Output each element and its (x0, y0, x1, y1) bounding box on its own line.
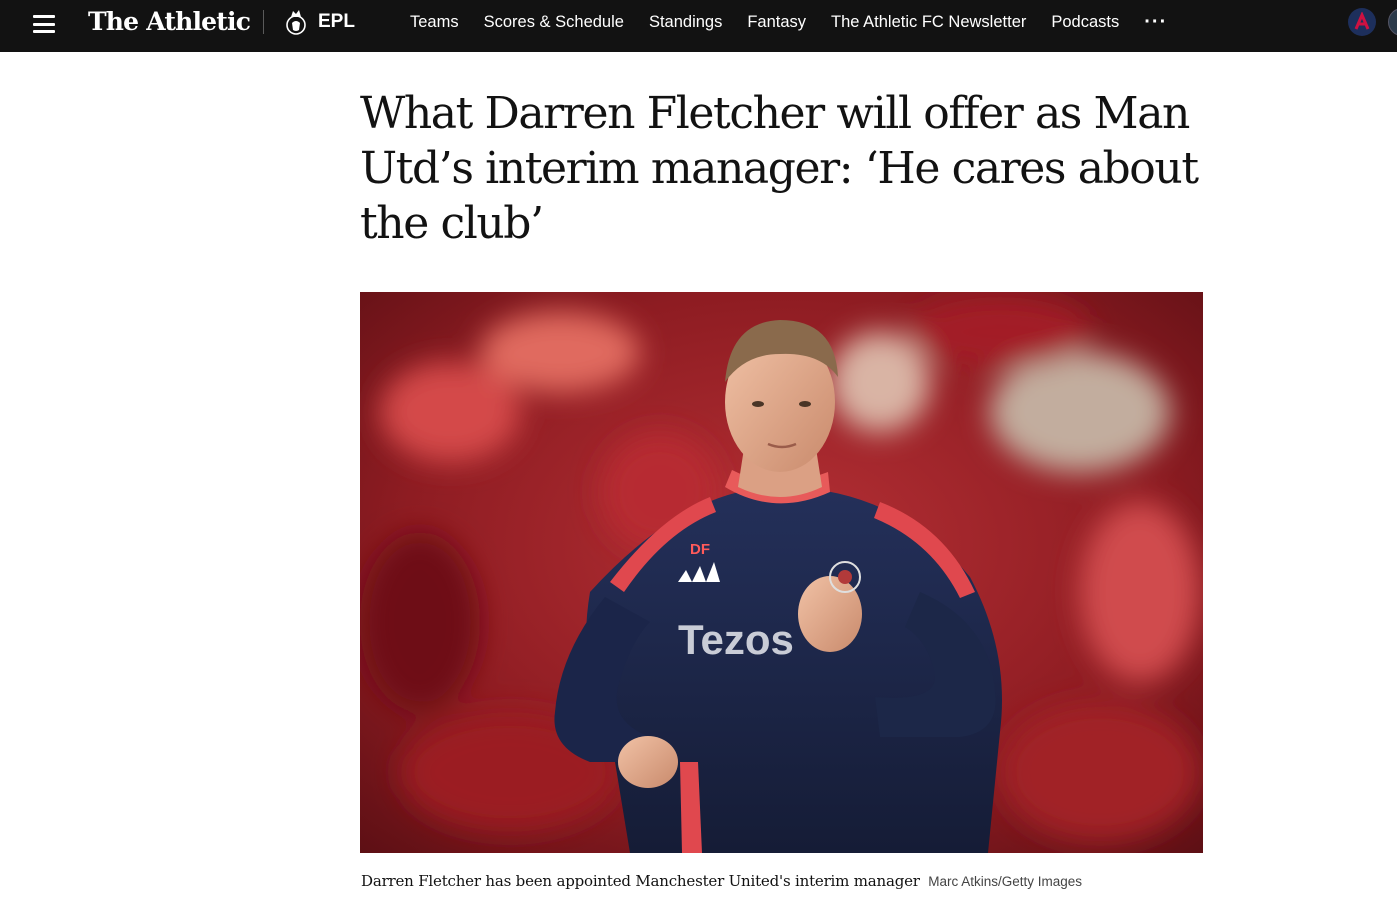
nav-fantasy[interactable]: Fantasy (747, 0, 806, 44)
league-name[interactable]: EPL (318, 9, 355, 35)
shirt-sponsor: Tezos (678, 616, 794, 663)
hamburger-menu-icon[interactable] (33, 15, 55, 33)
brand-divider (263, 10, 264, 34)
player-photo: DF Tezos (360, 292, 1203, 853)
shirt-initials: DF (690, 541, 710, 558)
main-nav: Teams Scores & Schedule Standings Fantas… (410, 0, 1167, 44)
caption-text: Darren Fletcher has been appointed Manch… (361, 872, 920, 890)
nav-teams[interactable]: Teams (410, 0, 459, 44)
article-hero-image[interactable]: DF Tezos (360, 292, 1203, 853)
braves-logo-icon (1354, 12, 1370, 30)
article-headline: What Darren Fletcher will offer as Man U… (360, 88, 1199, 249)
nav-standings[interactable]: Standings (649, 0, 722, 44)
image-caption: Darren Fletcher has been appointed Manch… (361, 872, 1082, 891)
nav-podcasts[interactable]: Podcasts (1051, 0, 1119, 44)
nav-newsletter[interactable]: The Athletic FC Newsletter (831, 0, 1026, 44)
site-logo[interactable]: The Athletic (88, 6, 251, 38)
team-badge-icon[interactable] (1348, 8, 1376, 36)
more-menu-icon[interactable]: ··· (1144, 2, 1167, 42)
photo-credit: Marc Atkins/Getty Images (928, 874, 1083, 889)
team-badge-icon[interactable] (1388, 8, 1397, 36)
nav-scores-schedule[interactable]: Scores & Schedule (484, 0, 624, 44)
top-navigation-bar: The Athletic EPL Teams Scores & Schedule… (0, 0, 1397, 52)
premier-league-lion-icon[interactable] (284, 8, 308, 36)
